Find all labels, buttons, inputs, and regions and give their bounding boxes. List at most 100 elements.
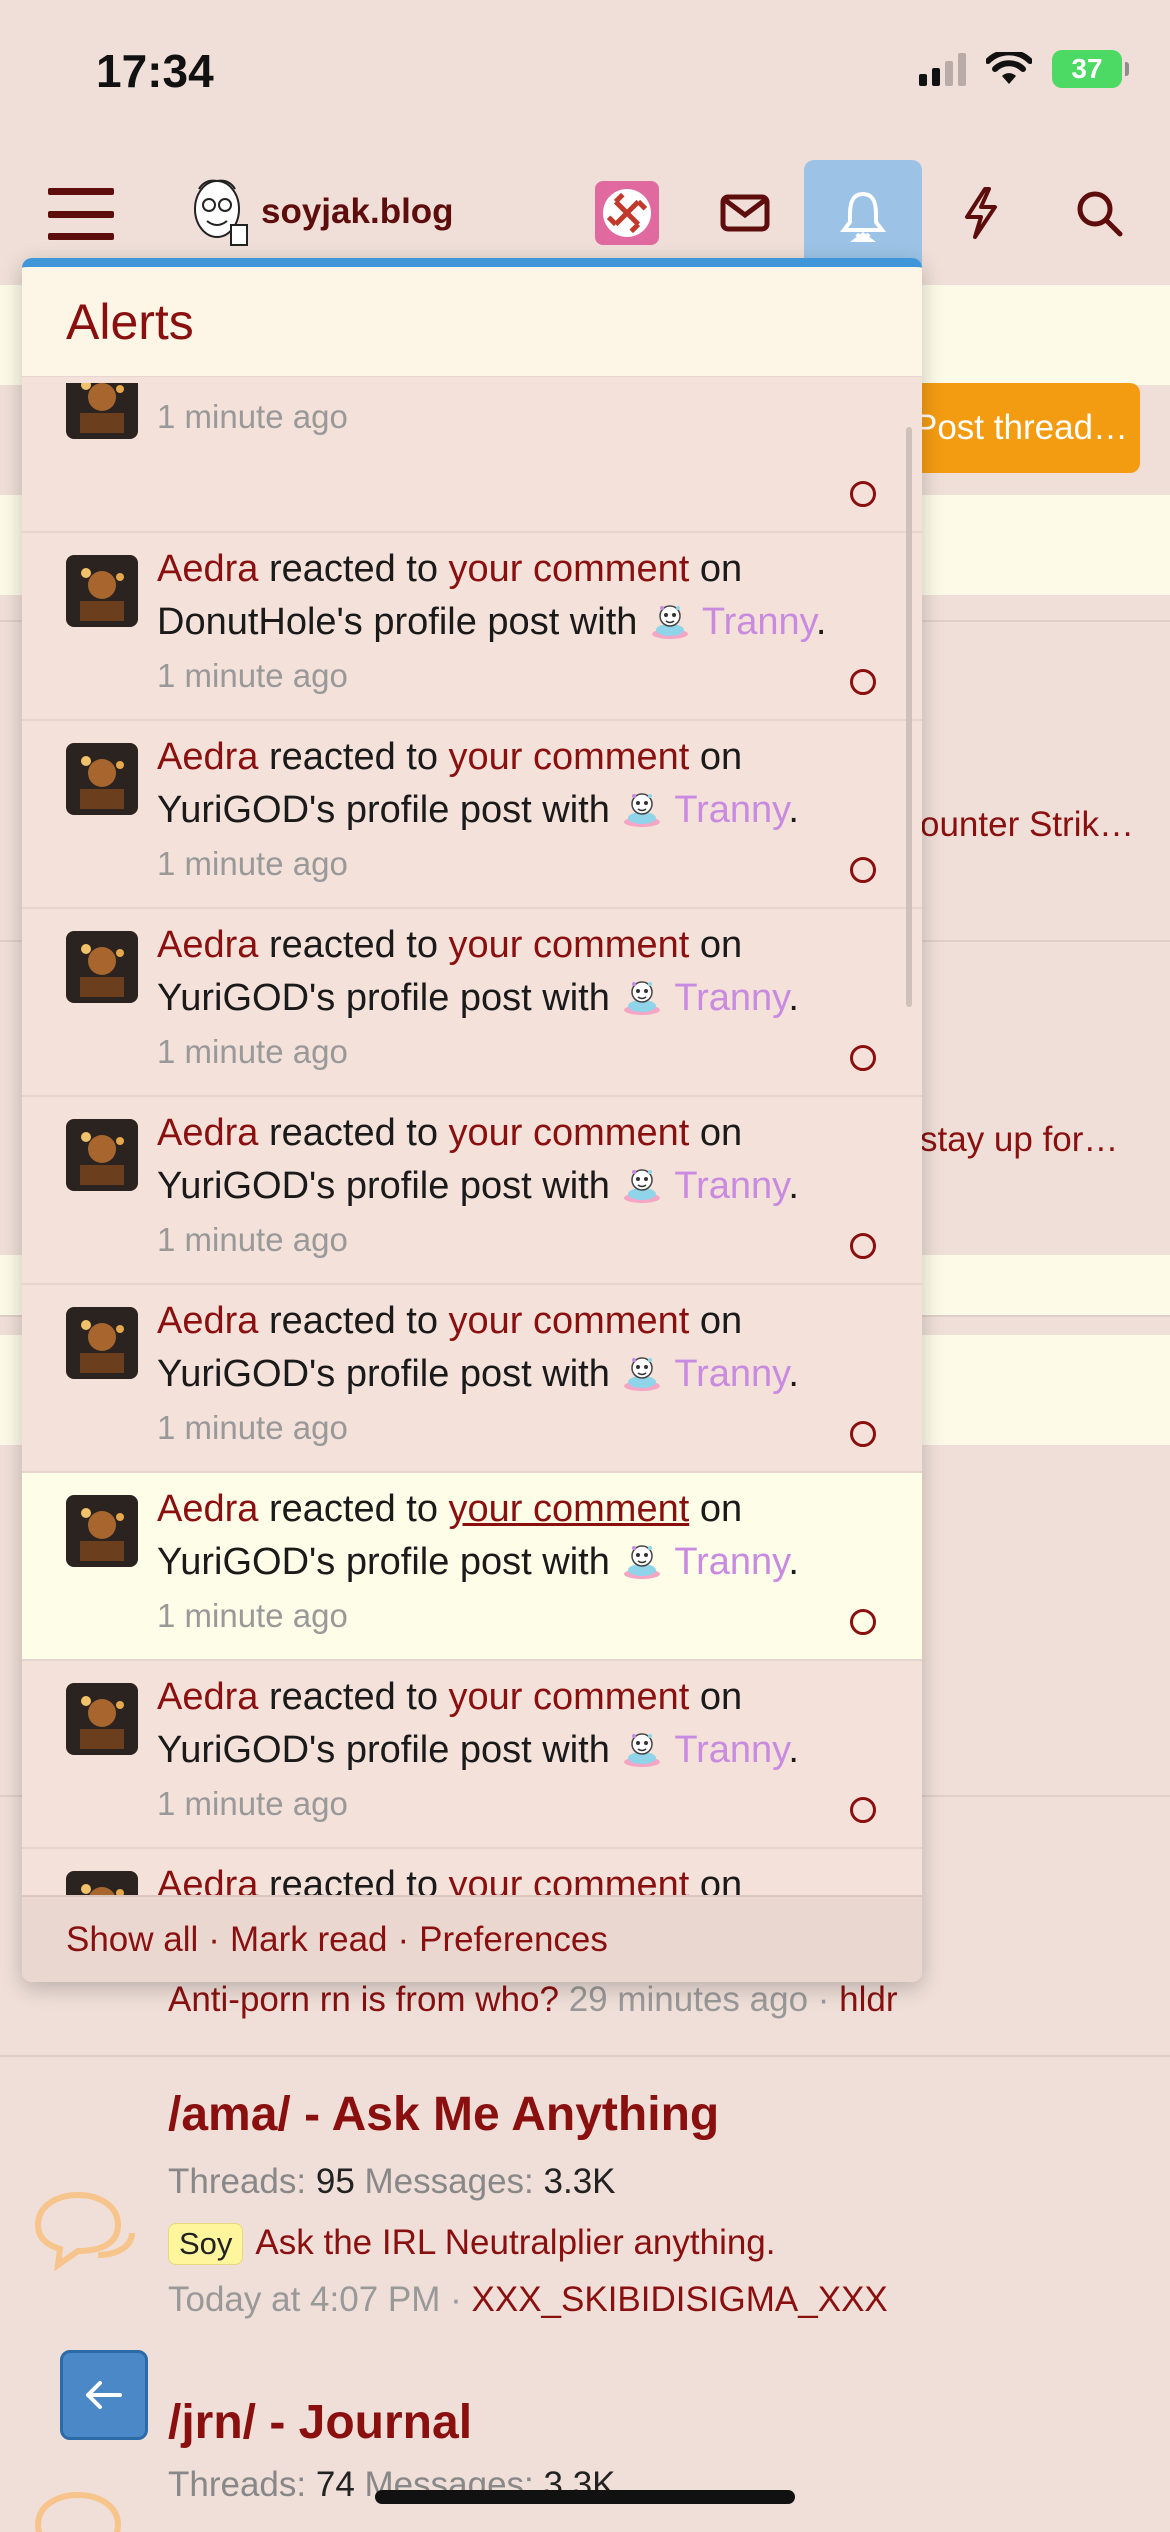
site-logo[interactable]: soyjak.blog: [185, 175, 454, 249]
status-time: 17:34: [96, 45, 214, 97]
avatar[interactable]: [66, 1871, 138, 1895]
alerts-scrollbar[interactable]: [906, 427, 912, 1007]
alert-user[interactable]: Aedra: [157, 1676, 258, 1718]
preferences-link[interactable]: Preferences: [419, 1920, 608, 1960]
latest-thread-meta: Today at 4:07 PM · XXX_SKIBIDISIGMA_XXX: [168, 2280, 888, 2319]
alert-content-link[interactable]: your comment: [449, 1112, 690, 1154]
node-title[interactable]: /jrn/ - Journal: [168, 2395, 472, 2450]
alert-item[interactable]: Aedra reacted to your comment onbaggrib'…: [22, 1849, 922, 1895]
alert-time: 1 minute ago: [157, 657, 348, 694]
show-all-link[interactable]: Show all: [66, 1920, 198, 1960]
latest-thread[interactable]: Soy Ask the IRL Neutralplier anything.: [168, 2223, 776, 2265]
home-indicator: [375, 2490, 795, 2504]
alert-content-link[interactable]: your comment: [449, 924, 690, 966]
chat-bubbles-icon: [34, 2191, 135, 2272]
mark-read-toggle[interactable]: [850, 481, 876, 507]
alert-item[interactable]: Aedra reacted to your comment on YuriGOD'…: [22, 1097, 922, 1285]
mark-read-toggle[interactable]: [850, 1797, 876, 1823]
alert-user[interactable]: Aedra: [157, 1300, 258, 1342]
mark-read-toggle[interactable]: [850, 1233, 876, 1259]
reaction-label: Tranny: [674, 1353, 789, 1395]
mark-read-link[interactable]: Mark read: [230, 1920, 388, 1960]
whats-new-icon[interactable]: [948, 180, 1014, 246]
latest-thread-user[interactable]: hldr: [839, 1980, 897, 2019]
post-thread-button[interactable]: Post thread…: [900, 383, 1140, 473]
alert-content-link[interactable]: your comment: [449, 736, 690, 778]
battery-level: 37: [1071, 53, 1103, 84]
cellular-signal-icon: [919, 52, 966, 86]
search-icon[interactable]: [1066, 180, 1132, 246]
avatar[interactable]: [66, 1119, 138, 1191]
alert-user[interactable]: Aedra: [157, 1864, 258, 1895]
thread-prefix-badge: Soy: [168, 2223, 244, 2265]
alert-item[interactable]: Aedra reacted to your comment on YuriGOD'…: [22, 1661, 922, 1849]
alert-user[interactable]: Aedra: [157, 736, 258, 778]
avatar[interactable]: [66, 743, 138, 815]
alert-time: 1 minute ago: [157, 1597, 348, 1634]
reaction-label: Tranny: [674, 977, 789, 1019]
latest-thread-user[interactable]: XXX_SKIBIDISIGMA_XXX: [472, 2280, 888, 2319]
reaction-emoji-icon: [620, 1728, 664, 1768]
alert-user[interactable]: Aedra: [157, 1488, 258, 1530]
alert-text: Aedra reacted to your comment on YuriGOD'…: [157, 1488, 799, 1634]
swastika-badge-icon[interactable]: [594, 180, 660, 246]
alert-content-link[interactable]: your comment: [449, 548, 690, 590]
avatar[interactable]: [66, 1495, 138, 1567]
mark-read-toggle[interactable]: [850, 1609, 876, 1635]
menu-icon[interactable]: [48, 188, 114, 240]
avatar[interactable]: [66, 931, 138, 1003]
avatar[interactable]: [66, 383, 138, 439]
alert-time: 1 minute ago: [157, 1221, 348, 1258]
alerts-dropdown: Alerts DonutHole's profile post with Tra…: [22, 258, 922, 1982]
avatar[interactable]: [66, 555, 138, 627]
reaction-emoji-icon: [620, 1352, 664, 1392]
alert-item[interactable]: Aedra reacted to your comment on YuriGOD'…: [22, 721, 922, 909]
chat-bubbles-icon: [34, 2491, 122, 2532]
alerts-button[interactable]: [804, 160, 922, 270]
reaction-emoji-icon: [620, 1540, 664, 1580]
avatar[interactable]: [66, 1683, 138, 1755]
alert-user[interactable]: Aedra: [157, 924, 258, 966]
soyjak-logo-icon: [194, 179, 248, 246]
alert-time: 1 minute ago: [157, 1785, 348, 1822]
battery-icon: 37: [1052, 50, 1129, 88]
alert-content-link[interactable]: your comment: [449, 1676, 690, 1718]
mail-icon[interactable]: [712, 180, 778, 246]
node-title[interactable]: /ama/ - Ask Me Anything: [168, 2087, 719, 2142]
alert-time: 1 minute ago: [157, 1409, 348, 1446]
latest-thread[interactable]: Anti-porn rn is from who? 29 minutes ago…: [168, 1980, 898, 2020]
reaction-emoji-icon: [620, 1164, 664, 1204]
alert-user[interactable]: Aedra: [157, 1112, 258, 1154]
alert-content-link[interactable]: your comment: [449, 1864, 690, 1895]
avatar[interactable]: [66, 1307, 138, 1379]
alert-content-link[interactable]: your comment: [449, 1488, 690, 1530]
latest-thread-peek[interactable]: ounter Strik…: [920, 805, 1160, 845]
alert-text: Aedra reacted to your comment onbaggrib'…: [157, 1859, 877, 1895]
reaction-label: Tranny: [674, 789, 789, 831]
alert-time: 1 minute ago: [157, 398, 348, 435]
alert-item[interactable]: Aedra reacted to your comment on YuriGOD'…: [22, 1285, 922, 1473]
status-icons: 37: [919, 50, 1129, 88]
alerts-footer: Show all · Mark read · Preferences: [22, 1895, 922, 1982]
alert-item[interactable]: Aedra reacted to your comment on YuriGOD'…: [22, 909, 922, 1097]
alert-item[interactable]: Aedra reacted to your comment on DonutHol…: [22, 533, 922, 721]
mark-read-toggle[interactable]: [850, 857, 876, 883]
alert-time: 1 minute ago: [157, 1033, 348, 1070]
alert-item[interactable]: DonutHole's profile post with Tranny.1 m…: [22, 383, 922, 533]
status-bar: 17:34 37: [0, 0, 1170, 150]
alert-text: Aedra reacted to your comment on YuriGOD'…: [157, 1112, 799, 1258]
mark-read-toggle[interactable]: [850, 1421, 876, 1447]
alert-text: Aedra reacted to your comment on YuriGOD'…: [157, 1676, 799, 1822]
mark-read-toggle[interactable]: [850, 1045, 876, 1071]
alert-user[interactable]: Aedra: [157, 548, 258, 590]
reaction-label: Tranny: [702, 383, 816, 384]
site-name: soyjak.blog: [261, 192, 454, 231]
back-to-top-button[interactable]: [60, 2350, 148, 2440]
wifi-icon: [986, 52, 1032, 84]
mark-read-toggle[interactable]: [850, 669, 876, 695]
alerts-list[interactable]: DonutHole's profile post with Tranny.1 m…: [22, 383, 922, 1895]
alert-item[interactable]: Aedra reacted to your comment on YuriGOD'…: [22, 1473, 922, 1661]
alert-content-link[interactable]: your comment: [449, 1300, 690, 1342]
latest-thread-peek[interactable]: stay up for…: [920, 1120, 1160, 1160]
alert-text: DonutHole's profile post with Tranny.1 m…: [157, 383, 877, 443]
